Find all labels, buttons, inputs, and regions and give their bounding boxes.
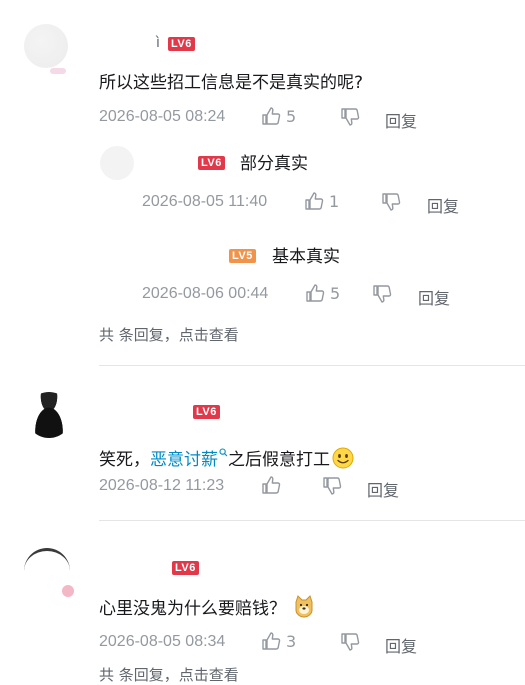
comment-text-prefix: 笑死，	[99, 450, 150, 470]
dislike-button[interactable]	[381, 192, 401, 212]
comment-text: 所以这些招工信息是不是真实的呢?	[99, 73, 364, 93]
avatar[interactable]	[24, 24, 68, 68]
dislike-icon	[372, 284, 392, 304]
comment-time: 2026-08-12 11:23	[99, 477, 225, 494]
like-count: 3	[286, 631, 297, 651]
like-count: 5	[330, 283, 341, 303]
divider	[99, 365, 525, 366]
like-button[interactable]: 5	[305, 283, 340, 303]
like-icon	[304, 191, 324, 211]
search-link-icon[interactable]	[219, 440, 228, 464]
reply-time: 2026-08-06 00:44	[142, 285, 269, 302]
dislike-icon	[340, 632, 360, 652]
reply-text: 基本真实	[272, 247, 340, 267]
level-badge: LV5	[229, 249, 256, 263]
dislike-icon	[322, 476, 342, 496]
search-keyword-link[interactable]: 恶意讨薪	[150, 450, 218, 470]
comment-text: 笑死，恶意讨薪 之后假意打工	[99, 440, 354, 476]
reply-avatar[interactable]	[100, 146, 134, 180]
doge-emoji-icon	[292, 594, 316, 625]
like-icon	[261, 475, 281, 495]
like-count: 1	[329, 191, 340, 211]
view-replies-link[interactable]: 共 条回复，点击查看	[99, 324, 239, 345]
comment-time: 2026-08-05 08:34	[99, 633, 226, 650]
avatar-badge	[62, 585, 74, 597]
username[interactable]: ì	[156, 35, 160, 51]
like-button[interactable]: 5	[261, 106, 296, 126]
divider	[99, 520, 525, 521]
level-badge: LV6	[168, 37, 195, 51]
reply-button[interactable]: 回复	[427, 193, 459, 217]
like-button[interactable]: 1	[304, 191, 339, 211]
view-replies-link[interactable]: 共 条回复，点击查看	[99, 664, 239, 685]
comment-text: 心里没鬼为什么要赔钱？	[99, 594, 316, 625]
level-badge: LV6	[193, 405, 220, 419]
comment-time: 2026-08-05 08:24	[99, 108, 226, 125]
level-badge: LV6	[172, 561, 199, 575]
dislike-icon	[340, 107, 360, 127]
reply-button[interactable]: 回复	[367, 477, 399, 501]
like-icon	[261, 106, 281, 126]
dislike-button[interactable]	[322, 476, 342, 496]
reply-button[interactable]: 回复	[418, 285, 450, 309]
comment-text-body: 心里没鬼为什么要赔钱？	[99, 599, 286, 619]
reply-time: 2026-08-05 11:40	[142, 193, 268, 210]
dislike-button[interactable]	[372, 284, 392, 304]
like-icon	[261, 631, 281, 651]
like-count: 5	[286, 106, 297, 126]
avatar[interactable]	[26, 392, 72, 438]
level-badge: LV6	[198, 156, 225, 170]
reply-button[interactable]: 回复	[385, 108, 417, 132]
dislike-button[interactable]	[340, 107, 360, 127]
like-button[interactable]: 3	[261, 631, 296, 651]
reply-text: 部分真实	[240, 154, 308, 174]
smile-emoji-icon	[332, 447, 354, 476]
dislike-button[interactable]	[340, 632, 360, 652]
comment-text-suffix: 之后假意打工	[228, 450, 330, 470]
dislike-icon	[381, 192, 401, 212]
avatar-badge	[50, 68, 66, 74]
like-button[interactable]	[261, 475, 286, 495]
reply-button[interactable]: 回复	[385, 633, 417, 657]
like-icon	[305, 283, 325, 303]
